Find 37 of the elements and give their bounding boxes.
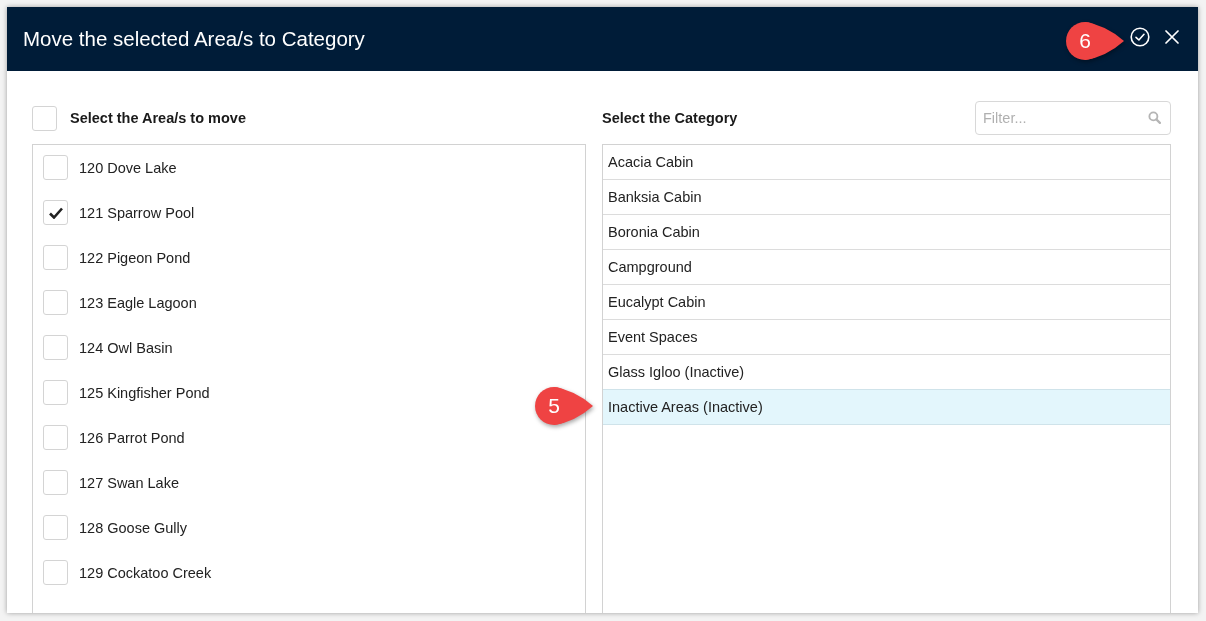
area-checkbox[interactable]: [43, 245, 68, 270]
area-label: 120 Dove Lake: [79, 159, 177, 176]
area-label: 129 Cockatoo Creek: [79, 564, 212, 581]
filter-field[interactable]: Filter...: [975, 101, 1171, 135]
category-item[interactable]: Campground: [603, 250, 1170, 285]
select-all-checkbox[interactable]: [32, 105, 57, 131]
category-item[interactable]: Boronia Cabin: [603, 215, 1170, 250]
area-checkbox[interactable]: [43, 335, 68, 360]
area-checkbox[interactable]: [43, 425, 68, 450]
close-icon: [1165, 30, 1179, 44]
category-item[interactable]: Event Spaces: [603, 320, 1170, 355]
area-label: 125 Kingfisher Pond: [79, 384, 210, 401]
check-circle-icon: [1130, 27, 1150, 47]
area-label: 121 Sparrow Pool: [79, 204, 195, 221]
area-checkbox[interactable]: [43, 155, 68, 180]
category-heading: Select the Category: [602, 110, 738, 126]
category-item[interactable]: Inactive Areas (Inactive): [603, 389, 1170, 425]
category-item[interactable]: Banksia Cabin: [603, 180, 1170, 215]
dialog-title: Move the selected Area/s to Category: [23, 27, 365, 51]
area-checkbox[interactable]: [43, 380, 68, 405]
area-checkbox[interactable]: [43, 290, 68, 315]
category-item[interactable]: Eucalypt Cabin: [603, 285, 1170, 320]
area-label: 126 Parrot Pond: [79, 429, 185, 446]
category-item[interactable]: Acacia Cabin: [603, 145, 1170, 180]
checkmark-icon: [48, 206, 63, 219]
area-checkbox[interactable]: [43, 200, 68, 225]
search-icon: [1148, 111, 1161, 124]
area-label: 128 Goose Gully: [79, 519, 187, 536]
area-label: 124 Owl Basin: [79, 339, 173, 356]
area-checkbox[interactable]: [43, 560, 68, 585]
confirm-button[interactable]: [1128, 25, 1152, 49]
select-all-label: Select the Area/s to move: [70, 110, 246, 126]
area-checkbox[interactable]: [43, 515, 68, 540]
area-label: 127 Swan Lake: [79, 474, 179, 491]
area-label: 122 Pigeon Pond: [79, 249, 191, 266]
area-checkbox[interactable]: [43, 470, 68, 495]
area-label: 123 Eagle Lagoon: [79, 294, 197, 311]
